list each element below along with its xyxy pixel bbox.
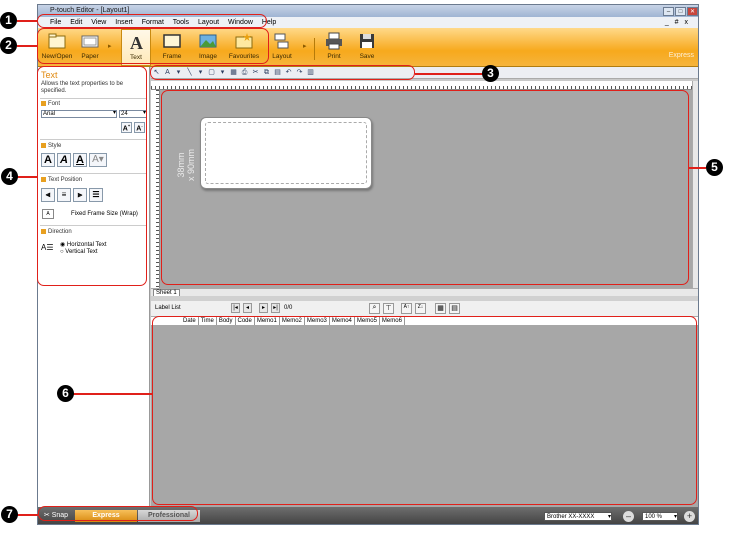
last-record-icon[interactable]: ▸| <box>271 303 280 313</box>
prev-record-icon[interactable]: ◂ <box>243 303 252 313</box>
marker-1: 1 <box>0 12 17 29</box>
form-view-icon[interactable]: ▤ <box>449 303 460 314</box>
chevron-down-icon: ▾ <box>673 514 677 520</box>
arrow-right-icon: ▸ <box>303 43 307 50</box>
first-record-icon[interactable]: |◂ <box>231 303 240 313</box>
marker-2: 2 <box>0 37 17 54</box>
layout-label: Layout <box>272 53 292 60</box>
callout-line <box>17 514 38 516</box>
vertical-scrollbar[interactable] <box>692 81 698 291</box>
sort-ascending-icon[interactable]: A↑ <box>401 303 412 314</box>
horizontal-ruler <box>151 81 698 90</box>
mdi-controls[interactable]: _ # x <box>665 17 690 28</box>
search-icon[interactable]: ⌕ <box>369 303 380 314</box>
callout-properties <box>37 66 147 286</box>
printer-value: Brother XX-XXXX <box>547 514 595 520</box>
minimize-icon[interactable]: – <box>663 7 674 16</box>
marker-3: 3 <box>482 65 499 82</box>
print-button[interactable]: Print <box>320 29 348 66</box>
zoom-in-icon[interactable]: + <box>684 511 695 522</box>
callout-menu-bar <box>37 14 267 28</box>
floppy-disk-icon <box>360 34 374 48</box>
save-label: Save <box>359 53 375 60</box>
callout-line <box>415 73 483 75</box>
close-icon[interactable]: ✕ <box>687 7 698 16</box>
save-button[interactable]: Save <box>353 29 381 66</box>
layout-icon <box>274 33 289 49</box>
printer-icon <box>326 32 342 50</box>
zoom-value: 100 % <box>645 514 663 520</box>
label-list-title: Label List <box>155 305 181 311</box>
window-title: P-touch Editor - [Layout1] <box>50 7 130 14</box>
ribbon-separator <box>314 38 315 60</box>
print-label: Print <box>327 53 341 60</box>
callout-line <box>17 45 37 47</box>
marker-5: 5 <box>706 159 723 176</box>
printer-select[interactable]: Brother XX-XXXX ▾ <box>544 512 612 521</box>
layout-button[interactable]: Layout <box>268 29 296 66</box>
sort-descending-icon[interactable]: Z↓ <box>415 303 426 314</box>
marker-4: 4 <box>1 168 18 185</box>
callout-line <box>17 20 37 22</box>
callout-line <box>17 176 37 178</box>
chevron-down-icon: ▾ <box>607 514 611 520</box>
callout-draw-toolbar <box>150 65 415 80</box>
grid-view-icon[interactable]: ▦ <box>435 303 446 314</box>
callout-layout-window <box>161 90 689 285</box>
callout-line <box>689 167 706 169</box>
marker-7: 7 <box>1 506 18 523</box>
callout-command-bar <box>37 28 269 64</box>
express-mode-label: Express <box>668 52 694 59</box>
marker-6: 6 <box>57 385 74 402</box>
zoom-select[interactable]: 100 % ▾ <box>642 512 678 521</box>
callout-mode-bar <box>38 506 198 521</box>
maximize-icon[interactable]: □ <box>675 7 686 16</box>
label-list-toolbar: Label List |◂ ◂ ▸ ▸| 0/0 ⌕ ⊤ A↑ Z↓ ▦ ▤ <box>151 301 698 317</box>
next-record-icon[interactable]: ▸ <box>259 303 268 313</box>
callout-line <box>73 393 152 395</box>
vertical-ruler <box>151 90 160 290</box>
filter-icon[interactable]: ⊤ <box>383 303 394 314</box>
callout-database <box>152 316 697 505</box>
horizontal-scrollbar[interactable]: Sheet 1 <box>151 288 698 297</box>
record-counter: 0/0 <box>284 305 293 311</box>
zoom-out-icon[interactable]: – <box>623 511 634 522</box>
